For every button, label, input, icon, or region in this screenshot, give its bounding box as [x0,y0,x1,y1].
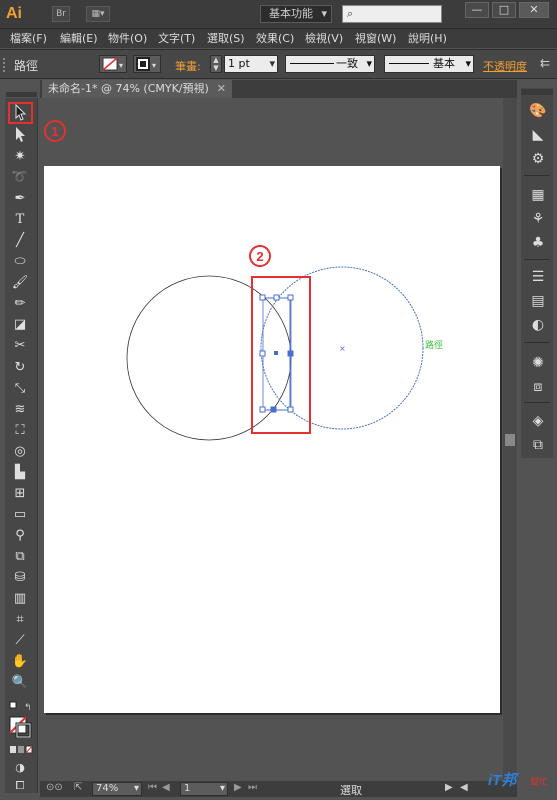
smart-guide-path-label: 路徑 [425,341,444,351]
selection-highlight-box [251,276,311,434]
annotation-1: 1 [44,120,66,142]
next-artboard-button[interactable]: ▶ [234,782,242,793]
artboard-select[interactable]: 1 ▾ [180,782,228,796]
last-artboard-button[interactable]: ⏭ [248,782,257,793]
watermark-sub: 幫忙 [530,778,549,788]
zoom-select[interactable]: 74% ▾ [92,782,142,796]
status-bar: ⊙⊙ ⇱ 74% ▾ ⏮ ◀ 1 ▾ ▶ ⏭ 選取 ▶ ◀ [40,781,517,797]
annotation-2: 2 [249,245,271,267]
prev-artboard-button[interactable]: ◀ [162,782,170,793]
status-menu-button[interactable]: ▶ [445,782,453,793]
watermark-brand: iT邦 [488,772,517,789]
hscroll-left-button[interactable]: ◀ [460,782,468,793]
share-icon[interactable]: ⇱ [74,782,82,793]
current-tool-status: 選取 [340,784,362,797]
status-icons[interactable]: ⊙⊙ [46,782,63,793]
watermark-logo: iT邦 幫忙 [488,769,552,795]
first-artboard-button[interactable]: ⏮ [148,782,157,793]
artboard-number: 1 [184,783,191,794]
circle-center-mark: × [339,344,346,353]
zoom-value: 74% [96,783,119,794]
